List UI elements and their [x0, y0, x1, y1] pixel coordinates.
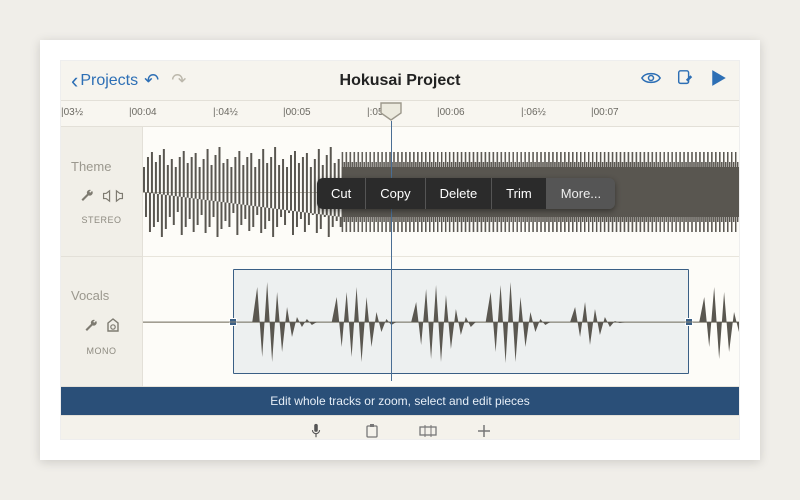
clipboard-icon[interactable]: [363, 423, 381, 439]
hint-text: Edit whole tracks or zoom, select and ed…: [270, 394, 529, 408]
track-mode: STEREO: [81, 215, 121, 225]
project-title: Hokusai Project: [340, 72, 461, 90]
bottom-toolbar: [61, 415, 739, 440]
audio-editor-app: ‹ Projects ↶ ↷ Hokusai Project |03½ |00:…: [60, 60, 740, 440]
track-mode: MONO: [87, 346, 117, 356]
hint-bar: Edit whole tracks or zoom, select and ed…: [61, 387, 739, 415]
track-labels-column: Theme STEREO Vocals MONO: [61, 127, 143, 387]
outer-frame: ‹ Projects ↶ ↷ Hokusai Project |03½ |00:…: [40, 40, 760, 460]
view-toggle-button[interactable]: [641, 69, 661, 92]
ctx-cut[interactable]: Cut: [317, 178, 366, 209]
ctx-delete[interactable]: Delete: [426, 178, 493, 209]
waveform-vocals: [143, 267, 739, 377]
stereo-speaker-icon: [101, 188, 125, 207]
track-name: Vocals: [71, 288, 109, 303]
ruler-tick: |03½: [61, 107, 83, 118]
ruler-tick: |:06½: [521, 107, 546, 118]
track-name: Theme: [71, 159, 111, 174]
add-icon[interactable]: [475, 423, 493, 439]
chevron-left-icon: ‹: [71, 70, 78, 92]
ctx-copy[interactable]: Copy: [366, 178, 425, 209]
ruler-tick: |00:04: [129, 107, 157, 118]
ctx-trim[interactable]: Trim: [492, 178, 547, 209]
mono-speaker-icon: [105, 317, 121, 338]
track-label-theme[interactable]: Theme STEREO: [61, 127, 142, 257]
redo-button[interactable]: ↷: [171, 70, 186, 91]
ctx-more[interactable]: More...: [547, 178, 615, 209]
tracks-area: Theme STEREO Vocals MONO: [61, 127, 739, 387]
wrench-icon[interactable]: [79, 188, 95, 207]
context-menu: Cut Copy Delete Trim More...: [317, 178, 615, 209]
wrench-icon[interactable]: [83, 318, 99, 337]
top-bar: ‹ Projects ↶ ↷ Hokusai Project: [61, 61, 739, 101]
ruler-tick: |00:06: [437, 107, 465, 118]
undo-button[interactable]: ↶: [144, 70, 159, 91]
time-ruler[interactable]: |03½ |00:04 |:04½ |00:05 |:05½ |00:06 |:…: [61, 101, 739, 127]
ruler-tick: |00:05: [283, 107, 311, 118]
track-label-vocals[interactable]: Vocals MONO: [61, 257, 142, 387]
back-label: Projects: [80, 72, 138, 90]
mic-icon[interactable]: [307, 423, 325, 439]
ruler-tick: |00:07: [591, 107, 619, 118]
ruler-tick: |:05½: [367, 107, 392, 118]
ruler-tick: |:04½: [213, 107, 238, 118]
select-icon[interactable]: [419, 423, 437, 439]
play-button[interactable]: [709, 69, 729, 92]
track-row-vocals[interactable]: [143, 257, 739, 387]
edit-project-button[interactable]: [675, 69, 695, 92]
track-canvas[interactable]: [143, 127, 739, 387]
back-button[interactable]: ‹ Projects: [71, 70, 138, 92]
